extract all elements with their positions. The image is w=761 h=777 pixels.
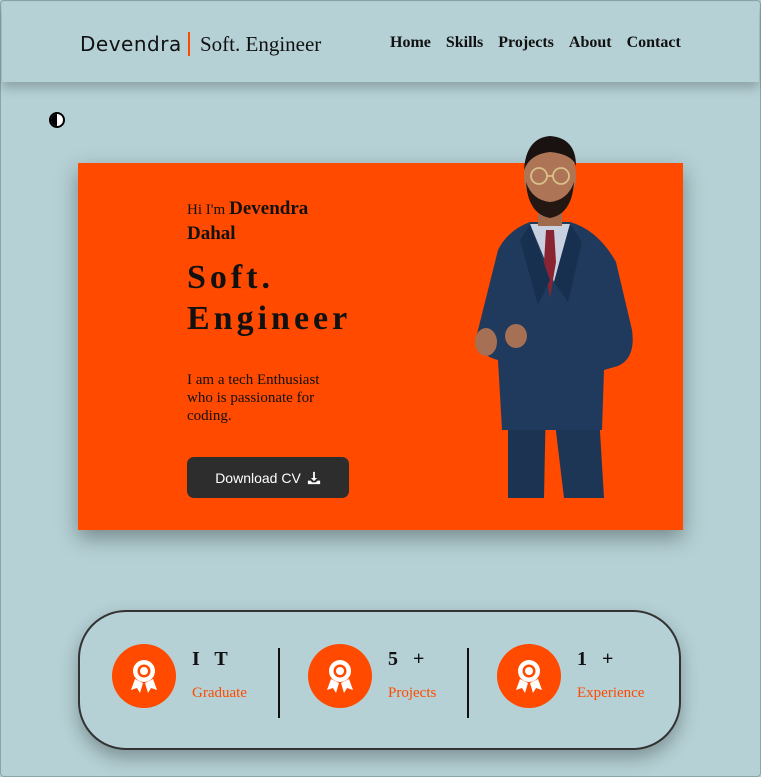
nav-skills[interactable]: Skills (446, 34, 483, 52)
download-cv-label: Download CV (215, 469, 301, 486)
award-icon (516, 660, 542, 693)
stats-panel: I T Graduate 5 + Projects 1 + Experience (78, 610, 681, 750)
nav-about[interactable]: About (569, 34, 612, 52)
stat-badge (497, 644, 561, 708)
stat-label: Projects (388, 685, 437, 701)
nav-home[interactable]: Home (390, 34, 431, 52)
stat-experience: 1 + Experience (497, 644, 657, 710)
download-cv-button[interactable]: Download CV (187, 457, 349, 498)
nav-contact[interactable]: Contact (627, 34, 681, 52)
hero-title: Soft. Engineer (187, 259, 352, 337)
logo-divider (188, 32, 190, 56)
stat-badge (112, 644, 176, 708)
stat-value: 5 + (388, 648, 430, 670)
hero-greeting: Hi I'm Devendra Dahal (187, 197, 347, 246)
stat-graduate: I T Graduate (112, 644, 262, 710)
stat-divider (467, 648, 469, 718)
stat-badge (308, 644, 372, 708)
stat-value: 1 + (577, 648, 619, 670)
hero-description: I am a tech Enthusiast who is passionate… (187, 372, 320, 424)
stat-divider (278, 648, 280, 718)
site-header: Devendra Soft. Engineer Home Skills Proj… (2, 2, 759, 82)
stat-label: Experience (577, 685, 645, 701)
stat-label: Graduate (192, 685, 247, 701)
award-icon (131, 660, 157, 693)
stat-projects: 5 + Projects (308, 644, 458, 710)
greeting-prefix: Hi I'm (187, 202, 226, 218)
award-icon (327, 660, 353, 693)
profile-portrait (475, 136, 633, 498)
logo-subtitle: Soft. Engineer (200, 32, 322, 56)
download-icon (307, 471, 320, 484)
nav-projects[interactable]: Projects (498, 34, 554, 52)
stat-value: I T (192, 648, 233, 670)
logo[interactable]: Devendra (80, 32, 182, 56)
main-nav: Home Skills Projects About Contact (390, 34, 681, 52)
theme-toggle-icon[interactable] (49, 112, 65, 128)
